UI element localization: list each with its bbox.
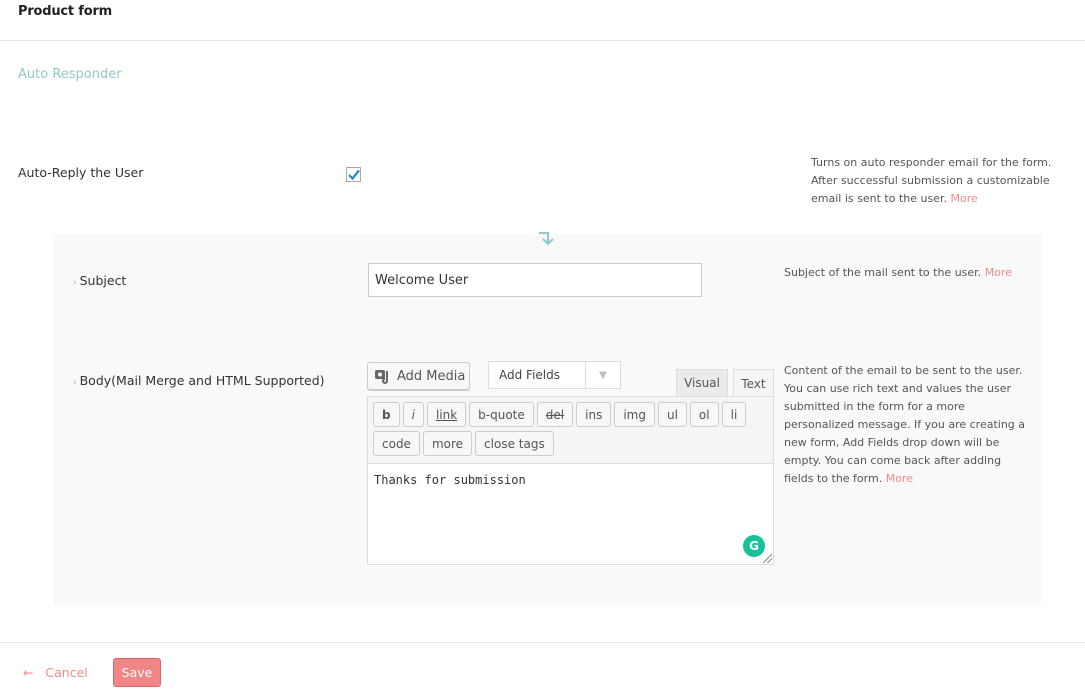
body-more-link[interactable]: More <box>886 472 913 485</box>
quicktag-close-tags-button[interactable]: close tags <box>475 431 554 456</box>
page-title: Product form <box>18 4 113 19</box>
checkmark-icon <box>347 169 360 180</box>
chevron-right-icon: › <box>73 378 77 388</box>
chevron-right-icon: › <box>73 278 77 288</box>
quicktag-more-button[interactable]: more <box>422 431 473 456</box>
quicktag-li-button[interactable]: li <box>721 402 747 427</box>
quicktag-del-button[interactable]: del <box>536 402 574 427</box>
auto-reply-checkbox[interactable] <box>346 167 361 182</box>
arrow-left-icon: ← <box>23 665 34 680</box>
arrow-down-right-icon <box>537 230 557 250</box>
quicktag-italic-button[interactable]: i <box>402 402 424 427</box>
add-fields-select[interactable]: Add Fields ▼ <box>488 361 621 389</box>
quicktag-ul-button[interactable]: ul <box>657 402 687 427</box>
subject-input[interactable] <box>368 263 702 297</box>
quicktags-toolbar: b i link b-quote del ins img ul ol li co… <box>367 396 774 464</box>
quicktag-bquote-button[interactable]: b-quote <box>469 402 534 427</box>
subject-label: › Subject <box>73 273 127 288</box>
body-label: › Body(Mail Merge and HTML Supported) <box>73 373 325 388</box>
subject-help: Subject of the mail sent to the user. Mo… <box>784 266 1012 279</box>
tab-visual[interactable]: Visual <box>676 369 728 396</box>
cancel-button[interactable]: ← Cancel <box>23 665 88 680</box>
add-media-button[interactable]: Add Media <box>367 362 470 390</box>
grammarly-icon[interactable]: G <box>743 535 765 557</box>
subject-more-link[interactable]: More <box>985 266 1012 279</box>
quicktag-img-button[interactable]: img <box>614 402 655 427</box>
quicktag-bold-button[interactable]: b <box>373 402 400 427</box>
footer-divider <box>0 642 1085 643</box>
tab-text[interactable]: Text <box>733 369 774 397</box>
page-header: Product form <box>0 0 1085 41</box>
body-help: Content of the email to be sent to the u… <box>784 364 1026 485</box>
quicktag-code-button[interactable]: code <box>373 431 420 456</box>
resize-handle[interactable] <box>763 554 772 563</box>
quicktag-ins-button[interactable]: ins <box>576 402 612 427</box>
section-title: Auto Responder <box>18 67 122 82</box>
quicktag-link-button[interactable]: link <box>426 402 467 427</box>
auto-reply-help: Turns on auto responder email for the fo… <box>811 156 1052 205</box>
quicktag-ol-button[interactable]: ol <box>689 402 719 427</box>
save-button[interactable]: Save <box>113 658 161 687</box>
auto-reply-more-link[interactable]: More <box>950 192 977 205</box>
body-textarea[interactable]: Thanks for submission <box>367 463 774 565</box>
auto-reply-label: Auto-Reply the User <box>18 165 144 180</box>
caret-down-icon: ▼ <box>585 362 620 388</box>
media-icon <box>375 370 388 384</box>
